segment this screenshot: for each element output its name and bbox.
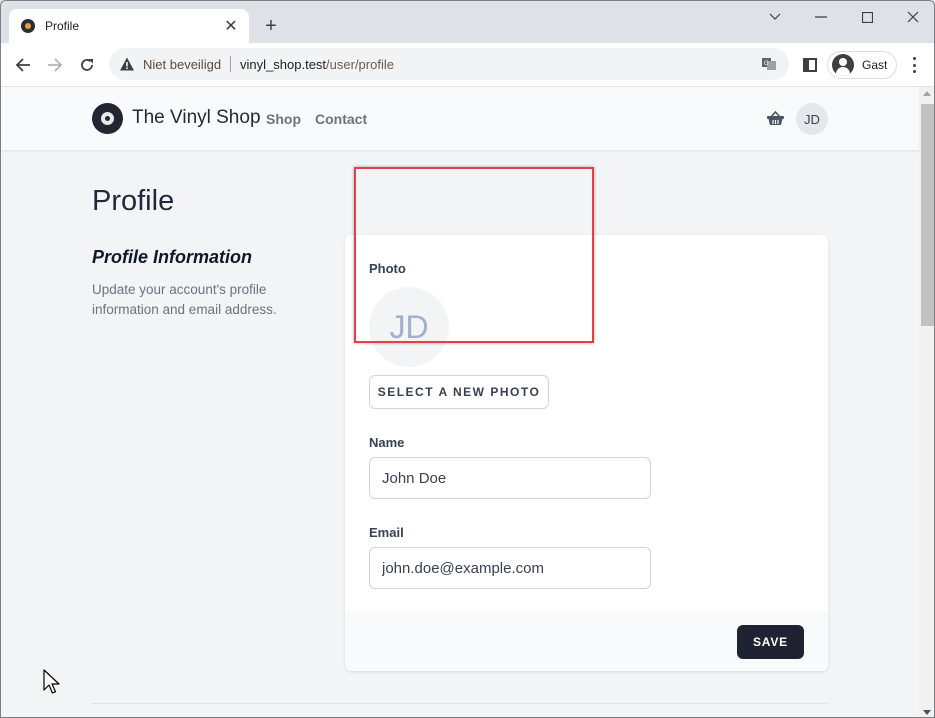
reload-icon [81,59,93,71]
menu-dot [912,70,916,73]
mouse-cursor-icon [43,669,60,694]
profile-button[interactable]: Gast [827,51,897,79]
section-description: Update your account's profile informatio… [92,282,277,317]
nav-link-contact[interactable]: Contact [315,111,367,127]
chevron-down-icon [769,13,781,20]
form-actions: SAVE [345,611,828,671]
guest-avatar-icon [832,54,854,76]
select-new-photo-button[interactable]: SELECT A NEW PHOTO [369,375,549,409]
title-bar: Profile ✕ + [1,1,934,43]
name-input[interactable] [369,457,651,499]
profile-form-card: Photo JD SELECT A NEW PHOTO Name Email S… [345,235,828,671]
vinyl-logo-icon[interactable] [92,103,123,134]
forward-button[interactable] [41,51,69,79]
basket-icon[interactable] [767,111,784,126]
menu-dot [912,63,916,67]
arrow-left-icon [15,58,30,72]
close-window-button[interactable] [895,5,931,29]
page-viewport: The Vinyl Shop Shop Contact JD Profile P… [1,87,919,717]
scroll-down-arrow-icon[interactable] [923,710,931,715]
arrow-right-icon [48,58,63,72]
save-button[interactable]: SAVE [737,625,804,659]
page-title: Profile [92,185,175,217]
back-button[interactable] [9,51,37,79]
name-label: Name [369,435,405,450]
user-avatar[interactable]: JD [796,103,828,135]
photo-label: Photo [369,261,406,276]
email-input[interactable] [369,547,651,589]
browser-toolbar: Niet beveiligd vinyl_shop.test/user/prof… [1,43,934,87]
email-label: Email [369,525,404,540]
tab-profile[interactable]: Profile ✕ [9,9,249,43]
url-host: vinyl_shop.test [240,56,327,72]
section-title: Profile Information [92,247,253,267]
minimize-icon [815,16,827,18]
vinyl-favicon-icon [21,19,35,33]
scroll-up-arrow-icon[interactable] [923,91,931,96]
maximize-button[interactable] [849,5,885,29]
menu-dot [912,57,916,60]
browser-menu-button[interactable] [907,55,921,75]
brand-name[interactable]: The Vinyl Shop [132,107,261,129]
new-tab-button[interactable]: + [259,14,283,38]
omnibox-divider [230,56,232,72]
browser-window: Profile ✕ + Niet beveiligd vinyl_shop.te… [0,0,935,718]
minimize-button[interactable] [803,5,839,29]
nav-link-shop[interactable]: Shop [266,111,301,127]
scroll-thumb[interactable] [921,104,934,326]
close-icon [907,11,919,23]
section-divider [92,703,828,704]
translate-icon[interactable]: G [761,56,777,72]
url-path: /user/profile [326,56,394,72]
side-panel-icon[interactable] [803,58,817,72]
tab-search-button[interactable] [757,5,793,29]
reload-button[interactable] [73,51,101,79]
profile-name: Gast [862,58,888,72]
site-navbar: The Vinyl Shop Shop Contact JD [1,87,919,151]
maximize-icon [861,11,873,23]
security-status[interactable]: Niet beveiligd [143,57,221,72]
page-scrollbar[interactable] [919,87,934,717]
svg-text:G: G [764,61,769,67]
warning-icon[interactable] [119,56,135,72]
profile-photo-avatar: JD [369,287,449,367]
tab-close-icon[interactable]: ✕ [219,14,243,38]
address-bar[interactable]: Niet beveiligd vinyl_shop.test/user/prof… [109,48,789,80]
tab-title: Profile [45,19,80,33]
